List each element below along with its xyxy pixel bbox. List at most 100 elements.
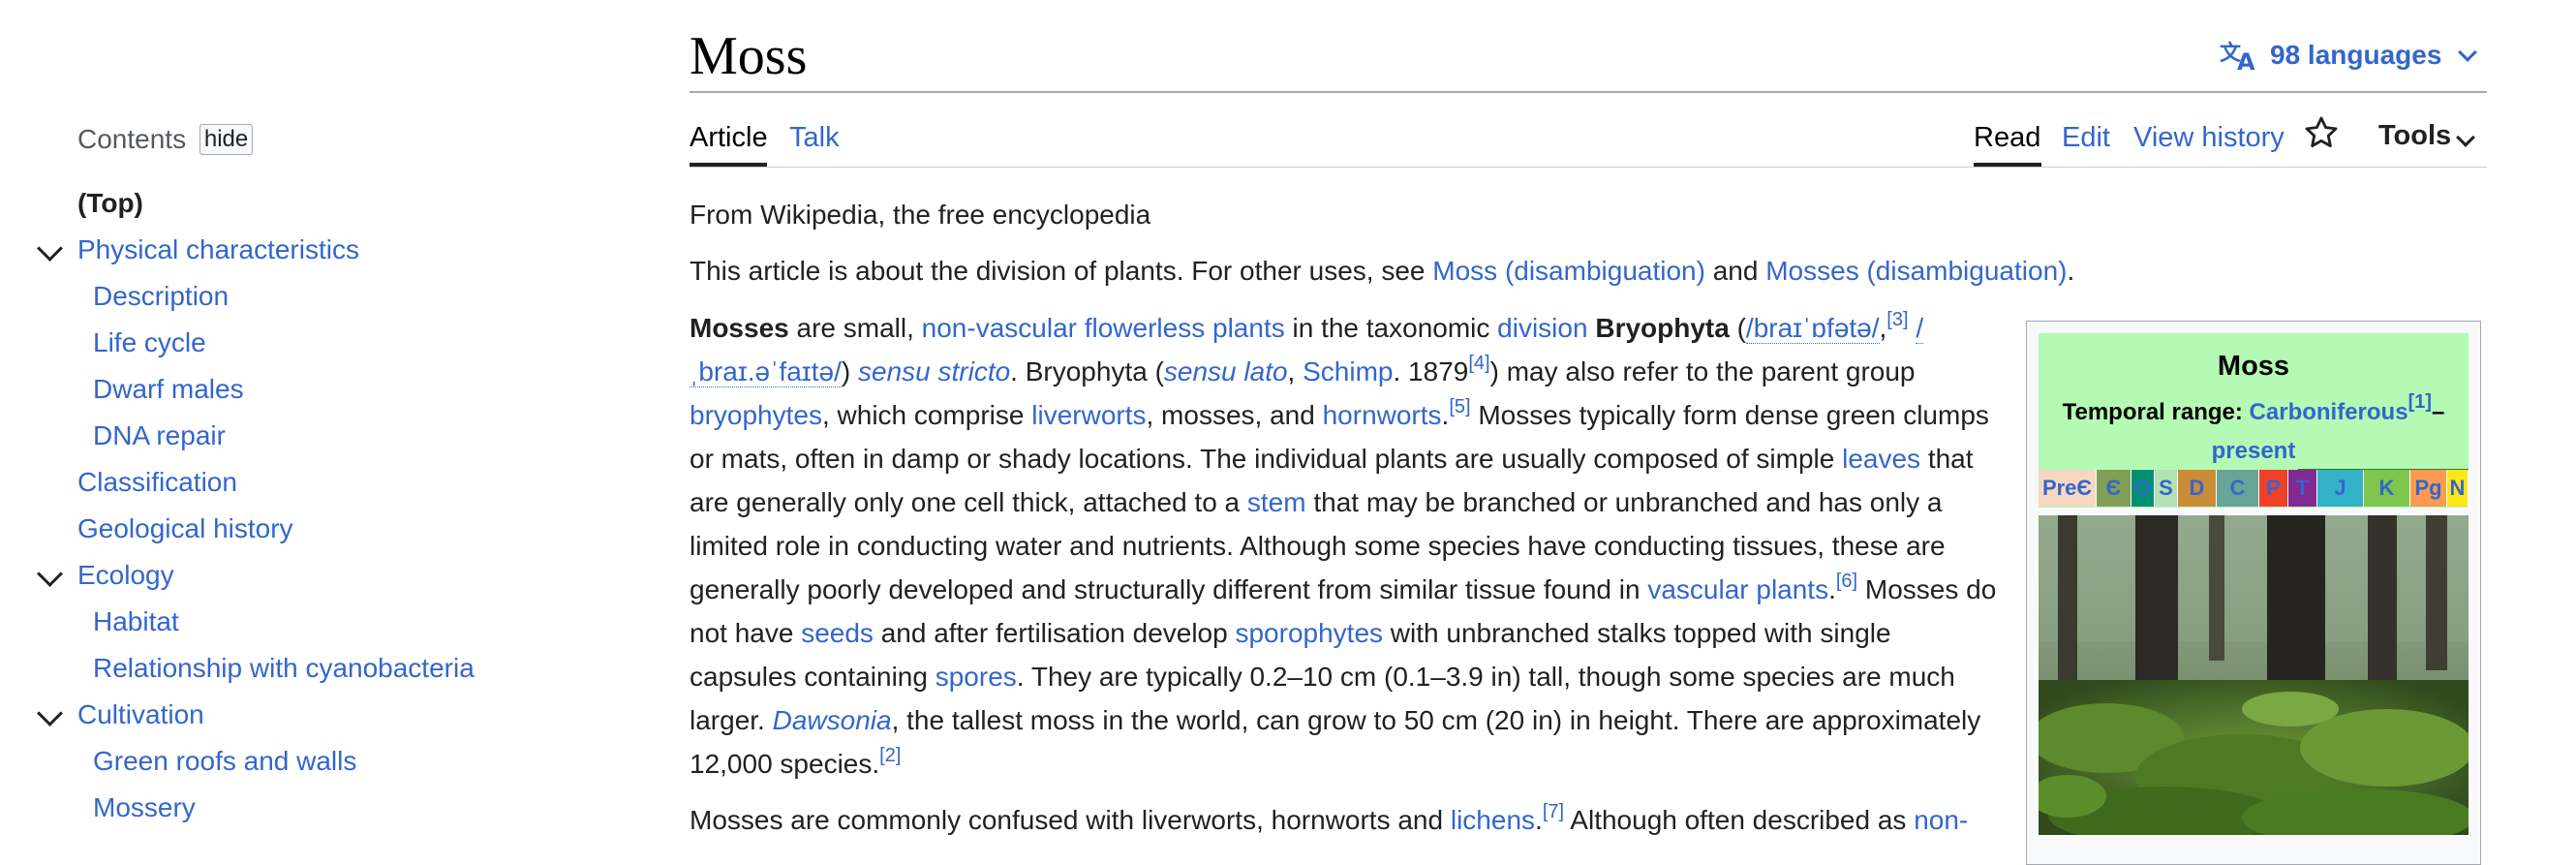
link[interactable]: non-vascular flowerless plants: [922, 313, 1285, 343]
chevron-down-icon: [2458, 43, 2478, 62]
chevron-down-icon[interactable]: [37, 561, 63, 587]
toc-item-cultivation[interactable]: Cultivation: [77, 699, 204, 730]
period-2[interactable]: O: [2131, 470, 2155, 507]
watch-star-icon[interactable]: [2303, 114, 2340, 151]
ref-link[interactable]: [4]: [1468, 353, 1489, 374]
text: .: [1828, 574, 1836, 604]
infobox: Moss Temporal range: Carboniferous[1]– p…: [2026, 321, 2481, 865]
tools-menu[interactable]: Tools: [2378, 120, 2476, 152]
tab-edit[interactable]: Edit: [2062, 122, 2110, 154]
text: ,: [1287, 356, 1303, 386]
toc-item-classification[interactable]: Classification: [77, 467, 237, 498]
link[interactable]: non-: [1914, 805, 1968, 835]
tab-view-history[interactable]: View history: [2133, 122, 2285, 154]
temporal-range-dash: –: [2432, 399, 2445, 425]
link-present[interactable]: present: [2212, 438, 2296, 464]
temporal-range-label: Temporal range:: [2062, 399, 2250, 425]
toc-item-dna-repair[interactable]: DNA repair: [93, 420, 226, 451]
link[interactable]: leaves: [1842, 444, 1920, 474]
period-1[interactable]: Є: [2097, 470, 2131, 507]
page-title: Moss: [690, 26, 808, 86]
link[interactable]: Dawsonia: [773, 705, 892, 735]
toc-item-top[interactable]: (Top): [77, 188, 143, 219]
text: Although often described as: [1564, 805, 1915, 835]
period-6[interactable]: P: [2259, 470, 2288, 507]
infobox-title: Moss: [2217, 351, 2290, 382]
link-carboniferous[interactable]: Carboniferous: [2250, 399, 2408, 425]
period-3[interactable]: S: [2155, 470, 2178, 507]
text: are small,: [788, 313, 922, 343]
toc-heading: Contents hide: [77, 124, 254, 155]
toc-item-description[interactable]: Description: [93, 281, 229, 312]
link[interactable]: lichens: [1451, 805, 1535, 835]
link[interactable]: vascular plants: [1647, 574, 1828, 604]
text: . 1879: [1393, 356, 1469, 386]
link[interactable]: Schimp: [1303, 356, 1393, 386]
toc-item-habitat[interactable]: Habitat: [93, 606, 179, 637]
chevron-down-icon[interactable]: [37, 700, 63, 726]
toc-item-life-cycle[interactable]: Life cycle: [93, 327, 206, 358]
text: ): [841, 356, 858, 386]
period-10[interactable]: Pg: [2410, 470, 2447, 507]
text: and after fertilisation develop: [873, 618, 1236, 648]
title-divider: [690, 91, 2487, 93]
intro-paragraph: Mosses are small, non-vascular flowerles…: [690, 306, 2003, 786]
chevron-down-icon[interactable]: [37, 235, 63, 262]
temporal-range: Temporal range: Carboniferous[1]– presen…: [2039, 391, 2469, 471]
period-5[interactable]: C: [2217, 470, 2259, 507]
chevron-down-icon: [2456, 128, 2476, 147]
link[interactable]: stem: [1247, 487, 1306, 517]
ref-link[interactable]: [3]: [1886, 309, 1908, 330]
link[interactable]: division: [1497, 313, 1587, 343]
period-8[interactable]: J: [2317, 470, 2364, 507]
link[interactable]: bryophytes: [690, 400, 822, 430]
toc-item-mossery[interactable]: Mossery: [93, 792, 196, 823]
text: .: [1535, 805, 1543, 835]
moss-forest-image: [2039, 515, 2469, 835]
period-9[interactable]: K: [2364, 470, 2410, 507]
hatnote: This article is about the division of pl…: [690, 256, 2074, 287]
hatnote-text: .: [2067, 256, 2075, 286]
bold-term: Mosses: [690, 313, 789, 343]
link[interactable]: hornworts: [1323, 400, 1442, 430]
tab-article[interactable]: Article: [690, 122, 768, 154]
moss-photo[interactable]: [2039, 515, 2469, 835]
ref-link[interactable]: [5]: [1449, 396, 1470, 417]
bold-term: Bryophyta: [1595, 313, 1730, 343]
tab-read[interactable]: Read: [1974, 122, 2040, 154]
text: , which comprise: [821, 400, 1032, 430]
period-4[interactable]: D: [2178, 470, 2217, 507]
tab-talk[interactable]: Talk: [789, 122, 840, 154]
toc-item-relationship-cyanobacteria[interactable]: Relationship with cyanobacteria: [93, 653, 475, 684]
link[interactable]: sensu stricto: [858, 356, 1010, 386]
link-moss-disambiguation[interactable]: Moss (disambiguation): [1432, 256, 1705, 286]
ref-link[interactable]: [7]: [1543, 801, 1564, 822]
toc-item-physical-characteristics[interactable]: Physical characteristics: [77, 234, 359, 265]
text: ) may also refer to the parent group: [1489, 356, 1916, 386]
period-11[interactable]: N: [2447, 470, 2469, 507]
toc-hide-button[interactable]: hide: [199, 124, 254, 155]
second-paragraph: Mosses are commonly confused with liverw…: [690, 798, 2003, 842]
ref-link[interactable]: [2]: [879, 745, 901, 766]
toc-item-green-roofs[interactable]: Green roofs and walls: [93, 746, 356, 777]
link[interactable]: sensu lato: [1164, 356, 1288, 386]
toc-item-ecology[interactable]: Ecology: [77, 560, 174, 591]
ref-link[interactable]: [1]: [2408, 391, 2432, 413]
text: (: [1729, 313, 1746, 343]
ref-link[interactable]: [6]: [1836, 571, 1857, 592]
ipa-pronunciation[interactable]: /braɪˈɒfətə/: [1745, 313, 1880, 344]
link[interactable]: sporophytes: [1235, 618, 1383, 648]
link-mosses-disambiguation[interactable]: Mosses (disambiguation): [1765, 256, 2067, 286]
language-count: 98 languages: [2270, 40, 2442, 70]
toc-item-dwarf-males[interactable]: Dwarf males: [93, 374, 244, 405]
link[interactable]: seeds: [801, 618, 874, 648]
translate-icon: 文 A: [2220, 41, 2255, 72]
period-0[interactable]: PreЄ: [2039, 470, 2097, 507]
hatnote-text: and: [1704, 256, 1766, 286]
toc-heading-label: Contents: [77, 124, 187, 154]
link[interactable]: spores: [935, 662, 1017, 692]
link[interactable]: liverworts: [1031, 400, 1146, 430]
period-7[interactable]: T: [2288, 470, 2317, 507]
toc-item-geological-history[interactable]: Geological history: [77, 513, 293, 544]
language-button[interactable]: 文 A 98 languages: [2220, 39, 2478, 72]
